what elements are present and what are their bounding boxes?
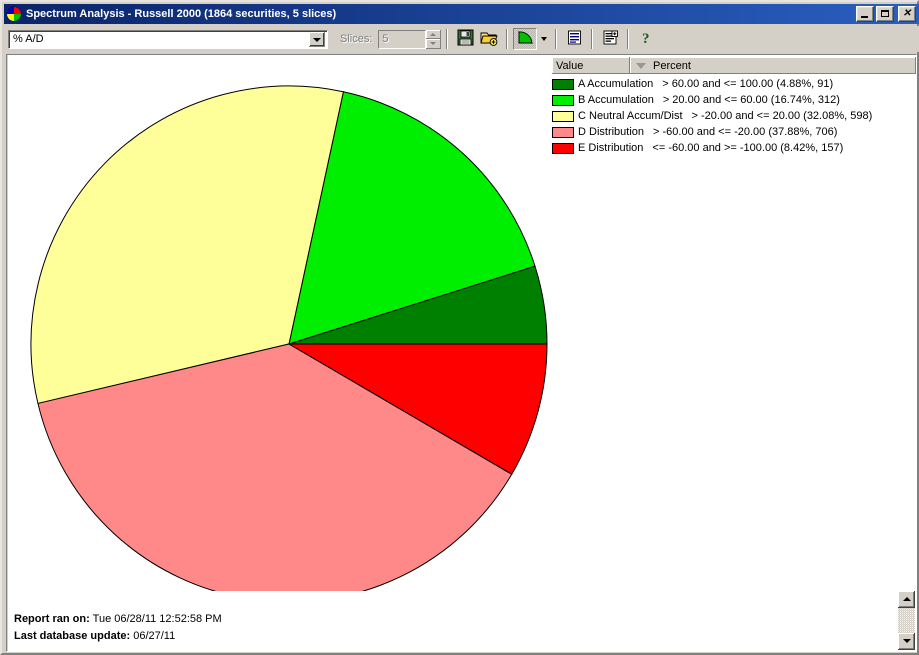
report-list-icon (567, 30, 582, 48)
slices-spin-buttons (426, 29, 442, 49)
legend-color-swatch (552, 78, 574, 90)
toolbar-separator (591, 29, 594, 49)
legend-row-label: E Distribution (578, 142, 644, 154)
toolbar-separator (506, 29, 509, 49)
report-client-area: Value Percent A Accumulation > 60.00 and … (6, 54, 917, 652)
minimize-button[interactable] (856, 6, 874, 22)
chart-type-dropdown-button[interactable] (537, 28, 550, 50)
toolbar-separator (555, 29, 558, 49)
report-ran-on-label: Report ran on: (14, 613, 90, 625)
toolbar-separator (627, 29, 630, 49)
last-db-update-label: Last database update: (14, 630, 131, 642)
slices-decrement-button[interactable] (426, 39, 442, 49)
legend-row[interactable]: A Accumulation > 60.00 and <= 100.00 (4.8… (552, 76, 916, 92)
pie-chart-svg[interactable] (26, 69, 548, 603)
legend-row-label: B Accumulation (578, 94, 654, 106)
slices-input[interactable]: 5 (378, 29, 427, 49)
legend-color-swatch (552, 110, 574, 122)
legend-color-swatch (552, 94, 574, 106)
window-controls: ✕ (856, 6, 916, 22)
sort-descending-icon (636, 62, 646, 69)
scrollbar-track[interactable] (898, 608, 915, 633)
legend-column-percent-label: Percent (653, 59, 691, 72)
pie-chart-app-icon (6, 6, 22, 22)
report-ran-on-value: Tue 06/28/11 12:52:58 PM (92, 613, 222, 625)
chevron-down-icon[interactable] (309, 31, 325, 47)
last-db-update-line: Last database update: 06/27/11 (14, 628, 222, 645)
indicator-select-value: % A/D (13, 33, 44, 45)
legend-row-label: C Neutral Accum/Dist (578, 110, 683, 122)
pie-chart (26, 69, 548, 603)
chart-type-button[interactable] (513, 28, 538, 50)
svg-text:?: ? (642, 31, 650, 45)
maximize-button[interactable] (876, 6, 894, 22)
legend-row-label: D Distribution (578, 126, 645, 138)
legend-row-range: > 20.00 and <= 60.00 (16.74%, 312) (662, 94, 840, 106)
legend-row[interactable]: D Distribution > -60.00 and <= -20.00 (37… (552, 124, 916, 140)
detail-report-button[interactable] (598, 28, 622, 50)
save-button[interactable] (453, 28, 477, 50)
legend-row[interactable]: B Accumulation > 20.00 and <= 60.00 (16.7… (552, 92, 916, 108)
toolbar-separator (446, 29, 449, 49)
legend-row-range: > -20.00 and <= 20.00 (32.08%, 598) (691, 110, 873, 122)
slices-stepper[interactable]: 5 (378, 29, 442, 49)
report-footer: Report ran on: Tue 06/28/11 12:52:58 PM … (14, 611, 222, 645)
legend-color-swatch (552, 126, 574, 138)
legend-row-list: A Accumulation > 60.00 and <= 100.00 (4.8… (552, 74, 916, 156)
pie-chart-icon (517, 30, 534, 48)
close-button[interactable]: ✕ (898, 6, 916, 22)
vertical-scrollbar[interactable] (898, 591, 915, 650)
legend: Value Percent A Accumulation > 60.00 and … (552, 57, 916, 159)
legend-color-swatch (552, 142, 574, 154)
legend-column-value[interactable]: Value (552, 57, 630, 74)
title-bar[interactable]: Spectrum Analysis - Russell 2000 (1864 s… (4, 4, 919, 24)
legend-row-range: <= -60.00 and >= -100.00 (8.42%, 157) (652, 142, 844, 154)
window-title: Spectrum Analysis - Russell 2000 (1864 s… (26, 8, 337, 20)
report-detail-icon (603, 30, 618, 48)
toolbar: % A/D Slices: 5 ? (4, 26, 919, 52)
legend-column-percent[interactable]: Percent (630, 57, 916, 74)
scroll-down-button[interactable] (898, 633, 915, 650)
application-window: Spectrum Analysis - Russell 2000 (1864 s… (0, 0, 919, 655)
open-add-icon (480, 29, 499, 49)
slices-increment-button[interactable] (426, 29, 442, 39)
legend-row-range: > -60.00 and <= -20.00 (37.88%, 706) (653, 126, 838, 138)
legend-row-range: > 60.00 and <= 100.00 (4.88%, 91) (662, 78, 834, 90)
indicator-select[interactable]: % A/D (8, 29, 328, 49)
legend-row[interactable]: E Distribution <= -60.00 and >= -100.00 (… (552, 140, 916, 156)
open-button[interactable] (477, 28, 501, 50)
slices-label: Slices: (340, 33, 373, 45)
report-canvas: Value Percent A Accumulation > 60.00 and … (7, 55, 916, 651)
legend-row-label: A Accumulation (578, 78, 654, 90)
report-button[interactable] (562, 28, 586, 50)
legend-header-row: Value Percent (552, 57, 916, 74)
legend-row[interactable]: C Neutral Accum/Dist > -20.00 and <= 20.0… (552, 108, 916, 124)
last-db-update-value: 06/27/11 (133, 630, 176, 642)
scroll-up-button[interactable] (898, 591, 915, 608)
help-icon: ? (639, 30, 653, 48)
save-icon (457, 29, 474, 49)
report-ran-on-line: Report ran on: Tue 06/28/11 12:52:58 PM (14, 611, 222, 628)
help-button[interactable]: ? (634, 28, 658, 50)
